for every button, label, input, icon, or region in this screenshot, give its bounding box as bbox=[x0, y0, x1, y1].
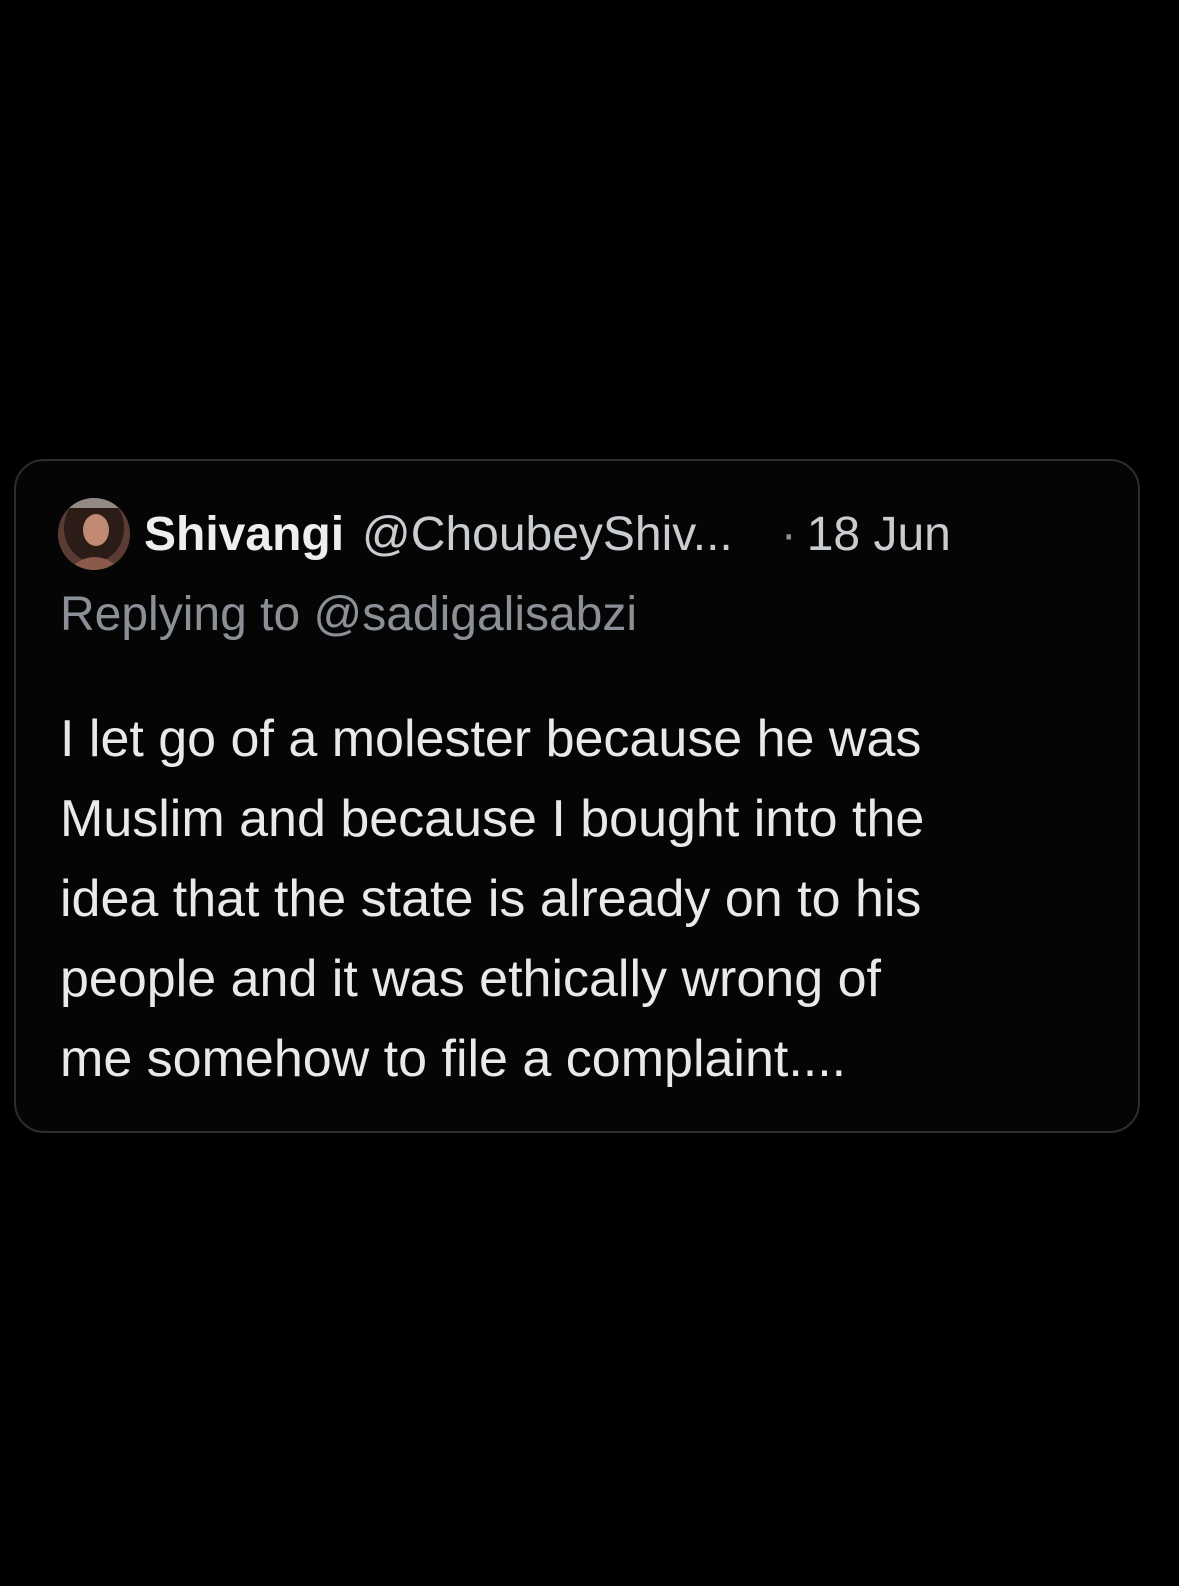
timestamp[interactable]: 18 Jun bbox=[807, 507, 951, 562]
user-handle[interactable]: @ChoubeyShiv... bbox=[362, 507, 733, 562]
replying-to-line: Replying to @sadigalisabzi bbox=[60, 587, 637, 642]
replying-to-label: Replying to bbox=[60, 588, 301, 641]
timestamp-separator: · bbox=[780, 507, 797, 561]
avatar[interactable] bbox=[58, 498, 130, 570]
display-name[interactable]: Shivangi bbox=[144, 507, 344, 562]
tweet-card[interactable]: Shivangi @ChoubeyShiv... · 18 Jun Replyi… bbox=[14, 459, 1140, 1133]
replying-to-handle[interactable]: @sadigalisabzi bbox=[313, 588, 637, 641]
tweet-text: I let go of a molester because he was Mu… bbox=[60, 710, 925, 1088]
profile-photo-icon bbox=[58, 498, 130, 570]
tweet-header: Shivangi @ChoubeyShiv... · 18 Jun bbox=[58, 497, 1098, 571]
